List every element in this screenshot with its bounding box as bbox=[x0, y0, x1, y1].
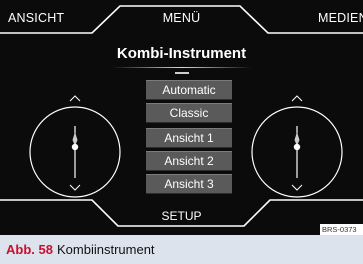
left-dial-icon bbox=[29, 95, 121, 198]
option-ansicht-1-button[interactable]: Ansicht 1 bbox=[146, 128, 232, 148]
title-marker bbox=[175, 72, 189, 74]
tab-menu[interactable]: MENÜ bbox=[0, 11, 363, 25]
tab-medien[interactable]: MEDIEN bbox=[318, 11, 363, 25]
figure-caption: Abb. 58 Kombiinstrument bbox=[0, 235, 363, 264]
title-divider bbox=[112, 67, 252, 68]
option-classic-button[interactable]: Classic bbox=[146, 103, 232, 123]
right-dial-icon bbox=[251, 95, 343, 198]
chevron-up-icon bbox=[291, 95, 303, 102]
display-screen: ANSICHT MENÜ MEDIEN Kombi-Instrument Aut… bbox=[0, 0, 363, 235]
option-ansicht-3-button[interactable]: Ansicht 3 bbox=[146, 174, 232, 194]
chevron-down-icon bbox=[69, 184, 81, 191]
setup-button[interactable]: SETUP bbox=[0, 209, 363, 223]
caption-text: Kombiinstrument bbox=[57, 242, 155, 257]
option-ansicht-2-button[interactable]: Ansicht 2 bbox=[146, 151, 232, 171]
chevron-up-icon bbox=[69, 95, 81, 102]
chevron-down-icon bbox=[291, 184, 303, 191]
option-automatic-button[interactable]: Automatic bbox=[146, 80, 232, 100]
reference-code: BRS-0373 bbox=[320, 224, 363, 235]
caption-number: Abb. 58 bbox=[6, 242, 53, 257]
page-title: Kombi-Instrument bbox=[116, 45, 247, 62]
